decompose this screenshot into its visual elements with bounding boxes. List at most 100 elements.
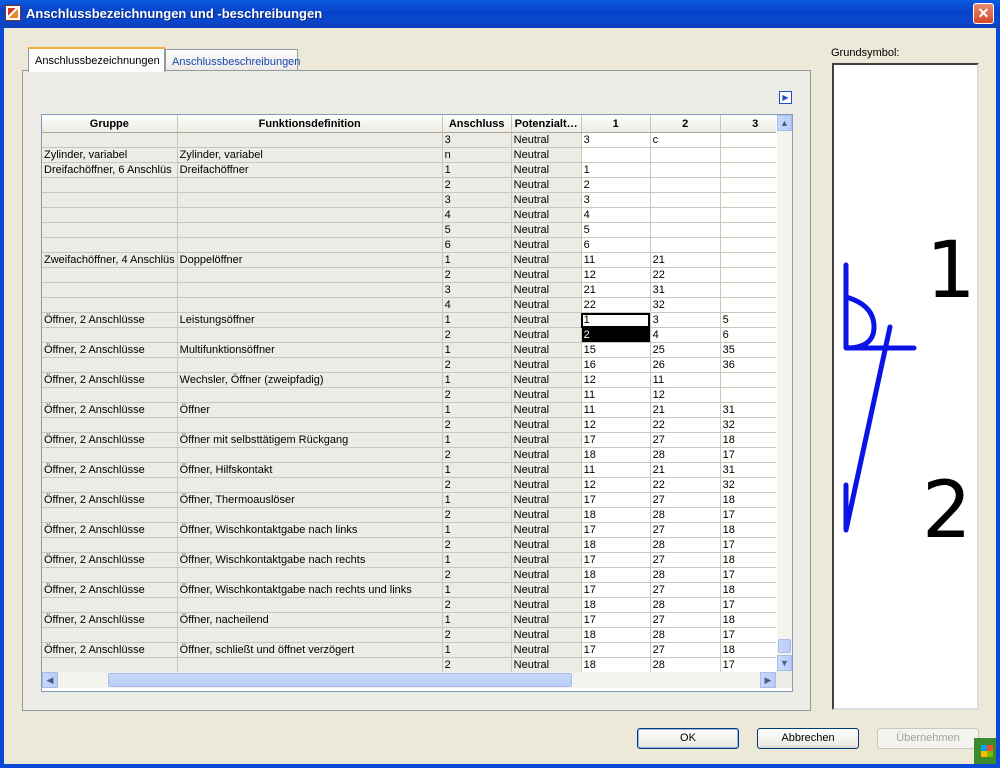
table-cell[interactable]: 12 xyxy=(581,417,651,433)
table-cell: 6 xyxy=(442,237,512,253)
table-cell[interactable]: 5 xyxy=(581,222,651,238)
table-cell[interactable]: 31 xyxy=(650,282,721,298)
table-cell[interactable] xyxy=(650,222,721,238)
tab-anschlussbezeichnungen[interactable]: Anschlussbezeichnungen xyxy=(28,47,165,72)
table-cell[interactable]: 18 xyxy=(581,597,651,613)
table-cell[interactable]: 18 xyxy=(581,627,651,643)
table-cell[interactable]: 1 xyxy=(581,162,651,178)
table-cell[interactable]: 4 xyxy=(650,327,721,343)
table-cell[interactable]: 1 xyxy=(581,312,651,328)
table-cell[interactable]: 17 xyxy=(581,522,651,538)
table-cell[interactable]: 12 xyxy=(581,477,651,493)
table-cell[interactable]: 17 xyxy=(581,432,651,448)
scroll-right-icon[interactable]: ▶ xyxy=(760,672,776,688)
column-header[interactable]: Anschluss xyxy=(442,115,512,133)
column-header[interactable]: 2 xyxy=(650,115,721,133)
table-cell[interactable]: 28 xyxy=(650,657,721,673)
table-cell[interactable] xyxy=(650,162,721,178)
table-cell[interactable]: 11 xyxy=(581,387,651,403)
table-cell[interactable] xyxy=(581,147,651,163)
table-cell[interactable]: 17 xyxy=(581,552,651,568)
table-cell[interactable]: 21 xyxy=(650,402,721,418)
table-cell[interactable]: 22 xyxy=(650,267,721,283)
table-cell[interactable]: 22 xyxy=(581,297,651,313)
table-cell: Öffner, 2 Anschlüsse xyxy=(42,612,178,628)
scroll-left-icon[interactable]: ◀ xyxy=(42,672,58,688)
table-cell[interactable]: 28 xyxy=(650,597,721,613)
table-cell[interactable]: 27 xyxy=(650,432,721,448)
table-cell[interactable]: 18 xyxy=(581,507,651,523)
table-cell[interactable]: 32 xyxy=(650,297,721,313)
horizontal-scrollbar[interactable]: ◀ ▶ xyxy=(42,672,776,688)
cancel-button[interactable]: Abbrechen xyxy=(757,728,859,749)
table-cell[interactable]: 3 xyxy=(581,132,651,148)
table-cell: Öffner, 2 Anschlüsse xyxy=(42,312,178,328)
vertical-scrollbar[interactable]: ▲ ▼ xyxy=(776,115,792,671)
table-cell[interactable]: 4 xyxy=(581,207,651,223)
table-cell[interactable]: 11 xyxy=(581,402,651,418)
column-header[interactable]: Funktionsdefinition xyxy=(177,115,443,133)
table-cell[interactable]: 17 xyxy=(581,642,651,658)
close-button[interactable]: ✕ xyxy=(973,3,994,24)
table-cell[interactable]: 2 xyxy=(581,327,651,343)
column-header[interactable]: Potenzialt… xyxy=(511,115,582,133)
ok-button[interactable]: OK xyxy=(637,728,739,749)
table-cell[interactable]: 26 xyxy=(650,357,721,373)
table-cell[interactable]: 28 xyxy=(650,447,721,463)
scroll-up-icon[interactable]: ▲ xyxy=(777,115,792,131)
table-cell: 2 xyxy=(442,537,512,553)
table-cell: Neutral xyxy=(511,627,582,643)
table-cell[interactable]: 17 xyxy=(581,612,651,628)
table-cell[interactable] xyxy=(650,237,721,253)
table-cell[interactable]: 2 xyxy=(581,177,651,193)
table-cell[interactable]: 18 xyxy=(581,447,651,463)
table-cell[interactable]: 27 xyxy=(650,642,721,658)
scroll-down-icon[interactable]: ▼ xyxy=(777,655,792,671)
table-cell[interactable]: 18 xyxy=(581,537,651,553)
table-cell[interactable]: 11 xyxy=(650,372,721,388)
table-cell[interactable]: 22 xyxy=(650,477,721,493)
table-cell[interactable]: 27 xyxy=(650,612,721,628)
table-cell[interactable]: 18 xyxy=(581,567,651,583)
table-cell[interactable]: 17 xyxy=(581,582,651,598)
table-cell[interactable] xyxy=(650,147,721,163)
table-cell[interactable]: 21 xyxy=(581,282,651,298)
table-cell[interactable]: 27 xyxy=(650,582,721,598)
table-cell[interactable]: 21 xyxy=(650,252,721,268)
table-cell[interactable]: 21 xyxy=(650,462,721,478)
column-header[interactable]: 1 xyxy=(581,115,651,133)
table-cell: Neutral xyxy=(511,567,582,583)
table-cell[interactable] xyxy=(650,177,721,193)
column-header[interactable]: Gruppe xyxy=(42,115,178,133)
table-cell[interactable]: 18 xyxy=(581,657,651,673)
expand-arrow-button[interactable]: ▶ xyxy=(779,91,792,104)
table-cell[interactable]: 28 xyxy=(650,537,721,553)
table-cell[interactable]: 16 xyxy=(581,357,651,373)
table-cell[interactable]: 28 xyxy=(650,627,721,643)
table-cell[interactable]: 28 xyxy=(650,507,721,523)
tab-anschlussbeschreibungen[interactable]: Anschlussbeschreibungen xyxy=(165,49,300,70)
table-cell[interactable]: 25 xyxy=(650,342,721,358)
table-cell[interactable]: c xyxy=(650,132,721,148)
table-cell[interactable]: 11 xyxy=(581,252,651,268)
table-cell[interactable]: 12 xyxy=(650,387,721,403)
vertical-scroll-thumb[interactable] xyxy=(778,639,791,653)
table-cell[interactable]: 17 xyxy=(581,492,651,508)
table-cell[interactable]: 22 xyxy=(650,417,721,433)
table-cell[interactable]: 6 xyxy=(581,237,651,253)
table-cell[interactable]: 27 xyxy=(650,552,721,568)
table-cell[interactable] xyxy=(650,207,721,223)
table-cell[interactable]: 12 xyxy=(581,372,651,388)
table-cell[interactable]: 3 xyxy=(650,312,721,328)
title-bar[interactable]: Anschlussbezeichnungen und -beschreibung… xyxy=(0,0,1000,28)
table-cell: 2 xyxy=(442,447,512,463)
horizontal-scroll-thumb[interactable] xyxy=(108,673,572,687)
table-cell[interactable] xyxy=(650,192,721,208)
table-cell[interactable]: 28 xyxy=(650,567,721,583)
table-cell[interactable]: 3 xyxy=(581,192,651,208)
table-cell[interactable]: 12 xyxy=(581,267,651,283)
table-cell[interactable]: 15 xyxy=(581,342,651,358)
table-cell[interactable]: 27 xyxy=(650,522,721,538)
table-cell[interactable]: 11 xyxy=(581,462,651,478)
table-cell[interactable]: 27 xyxy=(650,492,721,508)
